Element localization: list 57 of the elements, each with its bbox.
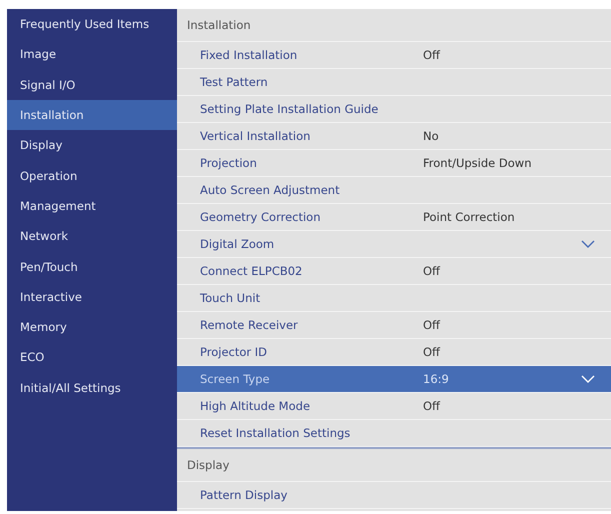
chevron-down-icon [581,375,595,383]
setting-row[interactable]: Vertical Installation No [177,123,611,150]
setting-label: High Altitude Mode [200,399,312,413]
setting-value: Off [423,399,440,413]
setting-label: Screen Type [200,372,271,386]
setting-value: Point Correction [423,210,515,224]
setting-value: 16:9 [423,372,449,386]
menu-item[interactable]: Management [7,190,177,222]
setting-row[interactable]: Digital Zoom [177,231,611,258]
setting-value: No [423,129,439,143]
setting-label: Geometry Correction [200,210,322,224]
menu-item[interactable]: Installation [7,100,177,130]
setting-label: Connect ELPCB02 [200,264,304,278]
chevron-down-icon [581,240,595,248]
setting-value: Off [423,48,440,62]
setting-row[interactable]: Test Pattern [177,69,611,96]
setting-row[interactable]: Projection Front/Upside Down [177,150,611,177]
menu-item[interactable]: Pen/Touch [7,251,177,282]
section-header: Installation [177,9,611,42]
menu-item[interactable]: Interactive [7,282,177,312]
setting-row[interactable]: Fixed Installation Off [177,42,611,69]
menu-item[interactable]: Signal I/O [7,70,177,100]
setting-value: Front/Upside Down [423,156,532,170]
setting-row[interactable]: Touch Unit [177,285,611,312]
setting-row[interactable]: Auto Screen Adjustment [177,177,611,204]
setting-row[interactable]: High Altitude Mode Off [177,393,611,420]
setting-value: Off [423,345,440,359]
setting-label: Reset Installation Settings [200,426,352,440]
menu-item[interactable]: Image [7,39,177,70]
menu-item[interactable]: Operation [7,160,177,191]
setting-row[interactable]: Setting Plate Installation Guide [177,96,611,123]
setting-label: Touch Unit [200,291,262,305]
menu-item[interactable]: Memory [7,312,177,342]
menu-item[interactable]: Display [7,130,177,160]
setting-label: Vertical Installation [200,129,312,143]
setting-label: Auto Screen Adjustment [200,183,341,197]
setting-label: Projector ID [200,345,268,359]
setting-label: Digital Zoom [200,237,276,251]
setting-row[interactable]: Reset Installation Settings [177,420,611,447]
menu-item[interactable]: Network [7,221,177,252]
menu-item[interactable]: ECO [7,342,177,373]
setting-label: Pattern Display [200,488,288,502]
setting-row[interactable]: Connect ELPCB02 Off [177,258,611,285]
menu-item[interactable]: Initial/All Settings [7,372,177,403]
menu-item[interactable]: Frequently Used Items [7,9,177,40]
setting-value: Off [423,264,440,278]
setting-value: Off [423,318,440,332]
setting-label: Setting Plate Installation Guide [200,102,380,116]
setting-row[interactable]: Pattern Display [177,482,611,509]
setting-label: Test Pattern [200,75,269,89]
setting-row[interactable]: Screen Type 16:9 [177,366,611,393]
setting-label: Projection [200,156,258,170]
setting-row[interactable]: Remote Receiver Off [177,312,611,339]
section-header: Display [177,447,611,482]
setting-row[interactable]: Geometry Correction Point Correction [177,204,611,231]
setting-label: Fixed Installation [200,48,298,62]
setting-label: Remote Receiver [200,318,299,332]
